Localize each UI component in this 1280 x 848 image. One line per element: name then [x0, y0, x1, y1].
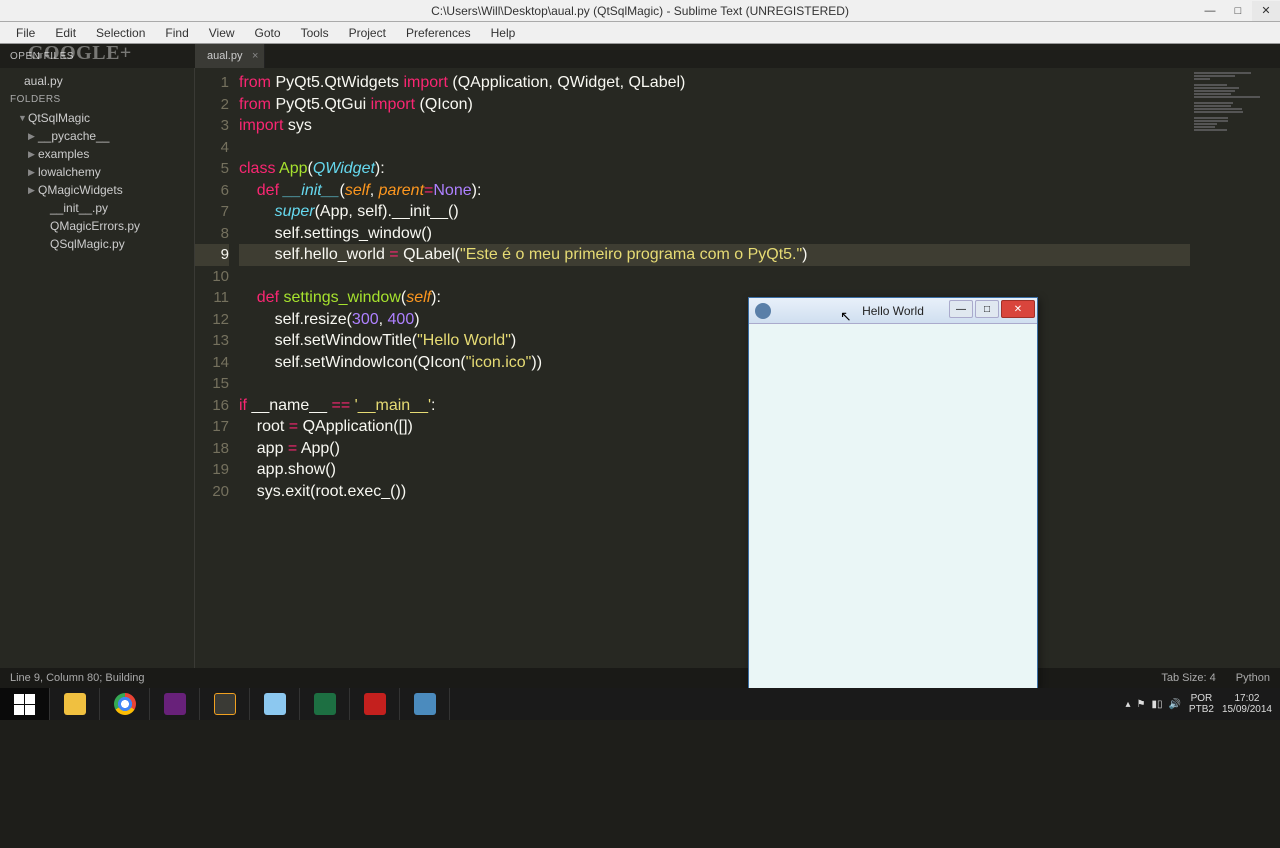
- tray-time: 17:02: [1234, 693, 1259, 704]
- chrome-icon: [114, 693, 136, 715]
- code-editor[interactable]: 1234567891011121314151617181920 from PyQ…: [195, 68, 1280, 688]
- tray-network-icon[interactable]: ▮▯: [1151, 699, 1162, 710]
- taskbar-notepad[interactable]: [250, 688, 300, 720]
- sidebar-item-examples[interactable]: ▶examples: [0, 145, 194, 163]
- sidebar: aual.py FOLDERS ▼QtSqlMagic ▶__pycache__…: [0, 68, 195, 688]
- popup-close-button[interactable]: ✕: [1001, 300, 1035, 318]
- hello-world-window[interactable]: Hello World — □ ✕: [748, 297, 1038, 689]
- tray-language[interactable]: POR PTB2: [1189, 693, 1214, 715]
- minimap[interactable]: [1190, 68, 1280, 688]
- tab-label: aual.py: [207, 50, 242, 62]
- tray-volume-icon[interactable]: 🔊: [1168, 699, 1180, 710]
- sidebar-item-lowalchemy[interactable]: ▶lowalchemy: [0, 163, 194, 181]
- taskbar-chrome[interactable]: [100, 688, 150, 720]
- sidebar-item-qtsqlmagic[interactable]: ▼QtSqlMagic: [0, 109, 194, 127]
- maximize-button[interactable]: □: [1224, 1, 1252, 21]
- popup-body: [749, 324, 1037, 688]
- tab-close-icon[interactable]: ×: [252, 50, 258, 62]
- menu-file[interactable]: File: [6, 24, 45, 42]
- windows-logo-icon: [14, 694, 35, 715]
- sidebar-item-pycache[interactable]: ▶__pycache__: [0, 127, 194, 145]
- popup-title: Hello World: [862, 304, 924, 318]
- popup-app-icon: [755, 303, 771, 319]
- status-tab-size[interactable]: Tab Size: 4: [1161, 672, 1215, 684]
- menu-edit[interactable]: Edit: [45, 24, 86, 42]
- sublime-icon: [214, 693, 236, 715]
- notepad-icon: [264, 693, 286, 715]
- sidebar-open-file[interactable]: aual.py: [0, 72, 194, 90]
- taskbar-sublime[interactable]: [200, 688, 250, 720]
- sidebar-item-qsqlmagic-py[interactable]: QSqlMagic.py: [0, 235, 194, 253]
- tray-chevron-up-icon[interactable]: ▴: [1125, 699, 1130, 710]
- line-gutter: 1234567891011121314151617181920: [195, 68, 239, 688]
- popup-titlebar[interactable]: Hello World — □ ✕: [749, 298, 1037, 324]
- status-syntax[interactable]: Python: [1236, 672, 1270, 684]
- start-button[interactable]: [0, 688, 50, 720]
- tray-kbd-label: PTB2: [1189, 704, 1214, 715]
- tray-clock[interactable]: 17:02 15/09/2014: [1222, 693, 1272, 715]
- sidebar-item-qmagicwidgets[interactable]: ▶QMagicWidgets: [0, 181, 194, 199]
- sidebar-section-folders: FOLDERS: [0, 90, 194, 109]
- menu-tools[interactable]: Tools: [291, 24, 339, 42]
- sidebar-item-label: QtSqlMagic: [28, 111, 90, 125]
- menu-view[interactable]: View: [199, 24, 245, 42]
- window-title: C:\Users\Will\Desktop\aual.py (QtSqlMagi…: [431, 4, 849, 18]
- excel-icon: [314, 693, 336, 715]
- folder-icon: [64, 693, 86, 715]
- code-content[interactable]: from PyQt5.QtWidgets import (QApplicatio…: [239, 68, 1190, 688]
- taskbar-python[interactable]: [400, 688, 450, 720]
- chevron-right-icon: ▶: [28, 149, 38, 160]
- tray-date: 15/09/2014: [1222, 704, 1272, 715]
- chevron-down-icon: ▼: [18, 113, 28, 123]
- window-titlebar: C:\Users\Will\Desktop\aual.py (QtSqlMagi…: [0, 0, 1280, 22]
- taskbar: ▴ ⚑ ▮▯ 🔊 POR PTB2 17:02 15/09/2014: [0, 688, 1280, 720]
- system-tray: ▴ ⚑ ▮▯ 🔊 POR PTB2 17:02 15/09/2014: [1117, 688, 1280, 720]
- google-plus-watermark: Google+: [28, 42, 132, 65]
- tray-icons[interactable]: ▴ ⚑ ▮▯ 🔊: [1125, 699, 1180, 710]
- open-files-label: OPEN FILES Google+: [0, 44, 195, 68]
- menu-project[interactable]: Project: [339, 24, 396, 42]
- chevron-right-icon: ▶: [28, 131, 38, 142]
- menu-find[interactable]: Find: [155, 24, 198, 42]
- tray-lang-label: POR: [1191, 693, 1213, 704]
- menu-help[interactable]: Help: [481, 24, 526, 42]
- popup-minimize-button[interactable]: —: [949, 300, 973, 318]
- minimize-button[interactable]: —: [1196, 1, 1224, 21]
- popup-maximize-button[interactable]: □: [975, 300, 999, 318]
- visual-studio-icon: [164, 693, 186, 715]
- sidebar-item-label: __init__.py: [50, 201, 108, 215]
- sidebar-item-label: lowalchemy: [38, 165, 101, 179]
- work-area: aual.py FOLDERS ▼QtSqlMagic ▶__pycache__…: [0, 68, 1280, 688]
- status-left: Line 9, Column 80; Building: [10, 672, 145, 684]
- sidebar-item-label: QSqlMagic.py: [50, 237, 125, 251]
- sidebar-item-init-py[interactable]: __init__.py: [0, 199, 194, 217]
- taskbar-explorer[interactable]: [50, 688, 100, 720]
- sidebar-item-label: __pycache__: [38, 129, 109, 143]
- taskbar-excel[interactable]: [300, 688, 350, 720]
- taskbar-visual-studio[interactable]: [150, 688, 200, 720]
- menu-bar: File Edit Selection Find View Goto Tools…: [0, 22, 1280, 44]
- popup-controls: — □ ✕: [949, 300, 1035, 318]
- pdf-icon: [364, 693, 386, 715]
- sidebar-item-label: examples: [38, 147, 89, 161]
- taskbar-pdf[interactable]: [350, 688, 400, 720]
- sidebar-item-qmagicerrors-py[interactable]: QMagicErrors.py: [0, 217, 194, 235]
- python-icon: [414, 693, 436, 715]
- tab-aual-py[interactable]: aual.py ×: [195, 44, 265, 68]
- chevron-right-icon: ▶: [28, 167, 38, 178]
- menu-goto[interactable]: Goto: [245, 24, 291, 42]
- menu-preferences[interactable]: Preferences: [396, 24, 481, 42]
- status-bar: Line 9, Column 80; Building Tab Size: 4 …: [0, 668, 1280, 688]
- tray-flag-icon[interactable]: ⚑: [1136, 699, 1145, 710]
- window-controls: — □ ✕: [1196, 1, 1280, 21]
- sidebar-item-label: QMagicWidgets: [38, 183, 123, 197]
- menu-selection[interactable]: Selection: [86, 24, 155, 42]
- tab-row: OPEN FILES Google+ aual.py ×: [0, 44, 1280, 68]
- close-button[interactable]: ✕: [1252, 1, 1280, 21]
- chevron-right-icon: ▶: [28, 185, 38, 196]
- sidebar-item-label: QMagicErrors.py: [50, 219, 140, 233]
